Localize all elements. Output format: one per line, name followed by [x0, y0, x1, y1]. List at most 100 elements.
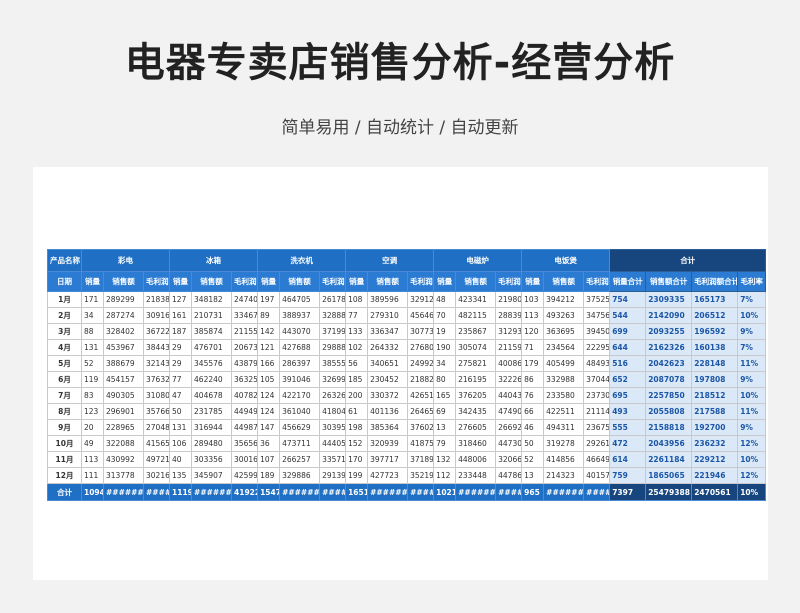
total-cell: 10%	[737, 451, 767, 468]
row-month: 3月	[47, 323, 82, 340]
table-cell: 494311	[543, 419, 585, 436]
table-cell: 76	[521, 387, 545, 404]
product-header: 冰箱	[169, 249, 259, 272]
table-cell: 296901	[103, 403, 144, 420]
total-cell: 9%	[737, 371, 767, 388]
table-cell: 32143	[142, 355, 171, 372]
col-header: 销售额	[543, 271, 585, 292]
table-cell: 200	[345, 387, 369, 404]
table-cell: 37632	[142, 371, 171, 388]
table-cell: 120	[521, 323, 545, 340]
table-cell: 363695	[543, 323, 585, 340]
table-cell: 231785	[191, 403, 233, 420]
table-cell: 361040	[279, 403, 321, 420]
total-cell: 544	[609, 307, 647, 324]
table-cell: 490305	[103, 387, 144, 404]
table-cell: 80	[433, 371, 457, 388]
table-cell: 275821	[455, 355, 497, 372]
table-cell: 190	[433, 339, 457, 356]
table-cell: 132	[433, 451, 457, 468]
table-cell: 34	[81, 307, 104, 324]
table-cell: ######	[191, 483, 233, 501]
table-cell: 135	[169, 467, 193, 484]
table-cell: 34756	[583, 307, 611, 324]
table-cell: 37602	[407, 419, 435, 436]
total-cell: 217588	[691, 403, 739, 420]
table-cell: ######	[583, 483, 611, 501]
table-cell: 35656	[231, 435, 259, 452]
table-cell: 24740	[231, 291, 259, 308]
table-cell: 46	[521, 419, 545, 436]
table-cell: 89	[257, 307, 281, 324]
row-month: 12月	[47, 467, 82, 484]
table-cell: 397717	[367, 451, 409, 468]
total-cell: 9%	[737, 323, 767, 340]
table-cell: 50	[521, 435, 545, 452]
table-cell: ######	[142, 483, 171, 501]
col-header: 销量	[345, 271, 369, 292]
table-cell: 322088	[103, 435, 144, 452]
table-cell: 30773	[407, 323, 435, 340]
table-cell: 38443	[142, 339, 171, 356]
table-cell: 105	[257, 371, 281, 388]
table-cell: 32066	[495, 451, 523, 468]
table-cell: 31080	[142, 387, 171, 404]
total-cell: 160138	[691, 339, 739, 356]
table-cell: 166	[257, 355, 281, 372]
table-cell: 83	[81, 387, 104, 404]
total-cell: 11%	[737, 403, 767, 420]
table-row: 10月 49 322088 41565 106 289480 35656 36 473711 44…	[47, 435, 767, 452]
table-cell: 29	[169, 339, 193, 356]
table-cell: 44949	[231, 403, 259, 420]
table-cell: 48	[433, 291, 457, 308]
table-cell: 187	[169, 323, 193, 340]
table-row: 6月 119 454157 37632 77 462240 36325 105 391046 32…	[47, 371, 767, 388]
table-cell: 26178	[319, 291, 347, 308]
table-cell: 152	[345, 435, 369, 452]
total-cell: 11%	[737, 355, 767, 372]
table-cell: 26692	[495, 419, 523, 436]
table-cell: 123	[81, 403, 104, 420]
table-cell: 52	[521, 451, 545, 468]
table-cell: 27680	[407, 339, 435, 356]
table-cell: 21980	[495, 291, 523, 308]
total-cell: 25479388	[645, 483, 693, 501]
table-cell: 49	[81, 435, 104, 452]
total-cell: 555	[609, 419, 647, 436]
table-cell: 419228	[231, 483, 259, 501]
table-cell: 41565	[142, 435, 171, 452]
table-cell: 37044	[583, 371, 611, 388]
table-cell: 21159	[495, 339, 523, 356]
table-cell: 482115	[455, 307, 497, 324]
table-cell: 422170	[279, 387, 321, 404]
table-cell: 50	[169, 403, 193, 420]
table-cell: 69	[433, 403, 457, 420]
total-cell: 2257850	[645, 387, 693, 404]
table-cell: 30016	[231, 451, 259, 468]
table-cell: 124	[257, 403, 281, 420]
total-cell: 1865065	[645, 467, 693, 484]
table-cell: 131	[81, 339, 104, 356]
table-cell: 330372	[367, 387, 409, 404]
table-cell: 389596	[367, 291, 409, 308]
table-cell: 40157	[583, 467, 611, 484]
corner-product-name: 产品名称	[47, 249, 82, 272]
table-cell: 44786	[495, 467, 523, 484]
table-cell: 70	[433, 307, 457, 324]
total-cell: 197808	[691, 371, 739, 388]
table-cell: 112	[433, 467, 457, 484]
table-cell: 22295	[583, 339, 611, 356]
table-cell: 405499	[543, 355, 585, 372]
page-title: 电器专卖店销售分析-经营分析	[124, 40, 676, 86]
total-cell: 2261184	[645, 451, 693, 468]
table-cell: 44043	[495, 387, 523, 404]
table-cell: 462240	[191, 371, 233, 388]
table-cell: 107	[257, 451, 281, 468]
table-cell: 36	[257, 435, 281, 452]
table-cell: 228965	[103, 419, 144, 436]
table-row: 4月 131 453967 38443 29 476701 20673 121 427688 29…	[47, 339, 767, 356]
table-cell: 36325	[231, 371, 259, 388]
table-cell: 39450	[583, 323, 611, 340]
table-cell: 21114	[583, 403, 611, 420]
table-cell: 289299	[103, 291, 144, 308]
